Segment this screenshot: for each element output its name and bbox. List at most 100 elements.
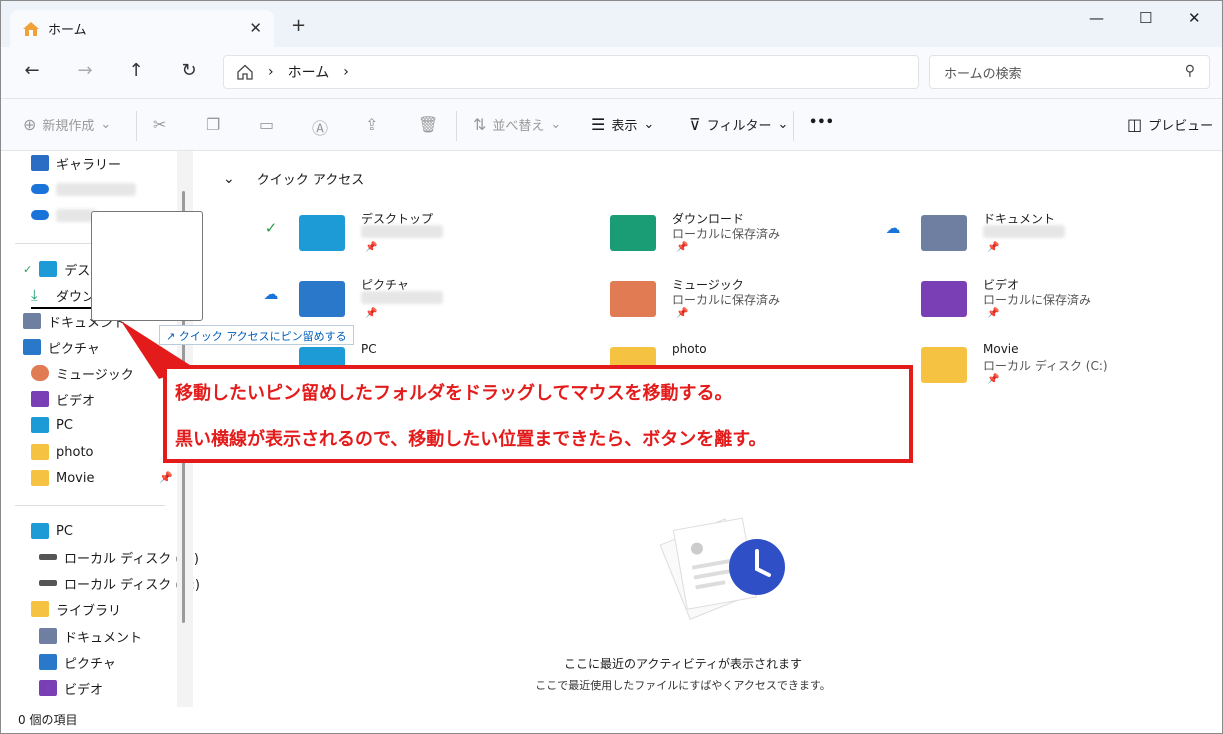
picture-folder-icon <box>299 281 345 317</box>
home-outline-icon <box>237 64 253 80</box>
item-location: ローカル ディスク (C:) <box>983 359 1108 373</box>
folder-icon <box>921 347 967 383</box>
copy-button[interactable]: ❐ <box>206 115 220 134</box>
document-folder-icon <box>921 215 967 251</box>
filter-button[interactable]: ⊽ フィルター ⌄ <box>689 115 788 134</box>
drive-icon <box>39 580 57 586</box>
sidebar-item-label: Movie <box>56 470 95 486</box>
folder-icon <box>31 470 49 486</box>
chevron-down-icon: ⌄ <box>777 117 789 132</box>
share-button[interactable]: ⇪ <box>365 115 378 134</box>
sidebar-item-lib-videos[interactable]: ビデオ <box>39 677 103 699</box>
up-button[interactable]: ↑ <box>124 60 148 81</box>
pin-icon: 📌 <box>676 308 689 319</box>
sidebar-item-pc[interactable]: PC <box>31 414 73 436</box>
sidebar-item-disk-c[interactable]: ローカル ディスク (C:) <box>39 546 199 568</box>
pin-icon: 📌 <box>987 308 1000 319</box>
quick-access-item-documents[interactable]: ☁ ドキュメント 📌 <box>883 209 1183 271</box>
sidebar-item-libraries[interactable]: ライブラリ <box>31 598 121 620</box>
command-bar: ⊕ 新規作成 ⌄ ✂ ❐ ▭ Ⓐ ⇪ 🗑 ⇅ 並べ替え ⌄ ☰ 表示 ⌄ ⊽ フ… <box>1 99 1222 151</box>
quick-access-item-movie[interactable]: Movie ローカル ディスク (C:) 📌 <box>883 341 1183 403</box>
quick-access-item-desktop[interactable]: ✓ デスクトップ 📌 <box>261 209 561 271</box>
chevron-down-icon: ⌄ <box>223 170 235 187</box>
breadcrumb-sep-icon: › <box>268 64 274 80</box>
chevron-down-icon: ⌄ <box>550 117 562 132</box>
pin-icon: 📌 <box>987 374 1000 385</box>
sidebar-item-pc-tree[interactable]: PC <box>31 520 73 542</box>
breadcrumb-home[interactable]: ホーム <box>288 62 330 82</box>
sidebar-item-lib-documents[interactable]: ドキュメント <box>39 625 142 647</box>
cloud-icon: ☁ <box>885 219 901 237</box>
tab-home[interactable]: ホーム ✕ <box>10 10 274 47</box>
quick-access-header[interactable]: ⌄ クイック アクセス <box>223 169 365 189</box>
drag-preview <box>91 211 203 321</box>
item-location <box>983 225 1065 241</box>
picture-icon <box>23 339 41 355</box>
share-icon: ⇪ <box>365 115 379 134</box>
tab-close-icon[interactable]: ✕ <box>249 19 262 37</box>
preview-button[interactable]: ◫ プレビュー <box>1127 115 1213 134</box>
quick-access-item-downloads[interactable]: ダウンロード ローカルに保存済み 📌 <box>572 209 872 271</box>
filter-label: フィルター <box>706 119 772 134</box>
recent-activity-illustration <box>659 517 785 620</box>
delete-button[interactable]: 🗑 <box>418 115 438 134</box>
divider <box>15 505 165 506</box>
maximize-button[interactable]: ☐ <box>1139 9 1152 27</box>
item-location: ローカルに保存済み <box>672 293 781 307</box>
sync-check-icon: ✓ <box>264 219 278 237</box>
refresh-button[interactable]: ↻ <box>177 60 201 81</box>
new-button[interactable]: ⊕ 新規作成 ⌄ <box>23 115 111 134</box>
forward-button[interactable]: → <box>73 60 97 81</box>
paste-button[interactable]: ▭ <box>259 115 274 134</box>
sidebar-item-movie[interactable]: Movie <box>31 467 94 489</box>
sidebar-item-label: ピクチャ <box>64 656 116 672</box>
picture-icon <box>39 654 57 670</box>
view-button[interactable]: ☰ 表示 ⌄ <box>591 115 654 134</box>
more-options-button[interactable]: ••• <box>809 115 834 130</box>
document-icon <box>39 628 57 644</box>
close-window-button[interactable]: ✕ <box>1188 9 1201 27</box>
back-button[interactable]: ← <box>20 60 44 81</box>
video-folder-icon <box>921 281 967 317</box>
callout-line-2: 黒い横線が表示されるので、移動したい位置まできたら、ボタンを離す。 <box>175 429 767 450</box>
explorer-window: ホーム ✕ + — ☐ ✕ ← → ↑ ↻ › ホーム › ホームの検索 ⚲ ⊕… <box>0 0 1223 734</box>
divider <box>793 111 794 141</box>
sidebar-item-gallery[interactable]: ギャラリー <box>31 152 121 174</box>
home-icon <box>23 21 39 36</box>
sidebar-item-onedrive[interactable] <box>31 178 136 200</box>
sidebar-item-label: PC <box>56 417 73 433</box>
scissors-icon: ✂ <box>153 115 167 134</box>
document-icon <box>23 313 41 329</box>
path-input[interactable]: › ホーム › <box>223 55 919 89</box>
sidebar-item-disk-d[interactable]: ローカル ディスク (D:) <box>39 572 200 594</box>
item-location: ローカルに保存済み <box>672 227 781 241</box>
preview-pane-icon: ◫ <box>1127 115 1143 134</box>
monitor-icon <box>31 523 49 539</box>
status-bar: 0 個の項目 <box>18 713 78 727</box>
sort-button[interactable]: ⇅ 並べ替え ⌄ <box>473 115 561 134</box>
video-icon <box>31 391 49 407</box>
cut-button[interactable]: ✂ <box>153 115 166 134</box>
cloud-icon <box>31 210 49 220</box>
sidebar-item-lib-pictures[interactable]: ピクチャ <box>39 651 116 673</box>
minimize-button[interactable]: — <box>1089 9 1104 27</box>
trash-icon: 🗑 <box>418 115 439 134</box>
chevron-down-icon: ⌄ <box>643 117 655 132</box>
sidebar-item-photo[interactable]: photo <box>31 441 94 463</box>
search-input[interactable]: ホームの検索 ⚲ <box>929 55 1210 89</box>
breadcrumb-sep-icon[interactable]: › <box>343 64 349 80</box>
quick-access-item-pictures[interactable]: ☁ ピクチャ 📌 <box>261 275 561 337</box>
quick-access-item-music[interactable]: ミュージック ローカルに保存済み 📌 <box>572 275 872 337</box>
rename-icon: Ⓐ <box>312 119 329 138</box>
search-placeholder: ホームの検索 <box>944 66 1022 82</box>
section-title: クイック アクセス <box>256 173 365 188</box>
sidebar-item-onedrive-2[interactable] <box>31 204 96 226</box>
rename-button[interactable]: Ⓐ <box>312 115 328 139</box>
download-icon: ⤓ <box>31 286 38 304</box>
new-tab-button[interactable]: + <box>291 15 306 36</box>
sidebar-item-pictures[interactable]: ピクチャ <box>23 336 100 358</box>
item-name: photo <box>672 342 707 356</box>
quick-access-item-videos[interactable]: ビデオ ローカルに保存済み 📌 <box>883 275 1183 337</box>
sidebar-item-videos[interactable]: ビデオ <box>31 388 95 410</box>
redacted-label <box>56 208 96 222</box>
